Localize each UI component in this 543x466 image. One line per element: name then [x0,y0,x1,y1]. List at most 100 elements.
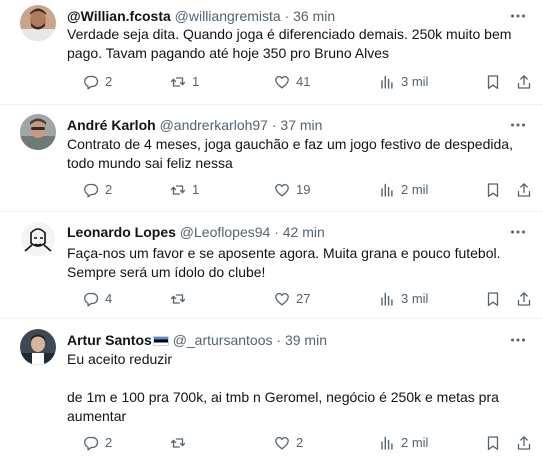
tweet-text-line: Contrato de 4 meses, joga gauchão e faz … [67,136,513,152]
display-name[interactable]: Leonardo Lopes [67,224,176,240]
share-button[interactable] [516,180,532,200]
views-count: 2 mil [401,435,429,450]
bookmark-icon [487,183,499,197]
tweet-text-line: pago. Tavam pagando até hoje 350 pro Bru… [67,45,389,61]
reply-icon [84,436,99,451]
tweet-text-line: Eu aceito reduzir [67,351,173,367]
reply-icon [84,75,99,90]
retweet-count: 1 [192,74,200,89]
like-count: 19 [296,182,311,197]
user-handle[interactable]: @Leoflopes94 [180,224,271,240]
action-bar: 2 1 41 3 mil [67,72,531,92]
reply-button[interactable]: 2 [83,433,112,453]
views-chart-icon [381,436,393,450]
avatar[interactable] [20,114,56,150]
heart-icon [275,436,289,450]
timestamp[interactable]: · 36 min [285,8,336,24]
tweet-header: @Willian.fcosta @williangremista · 36 mi… [67,7,503,25]
avatar[interactable] [20,5,56,41]
retweet-icon [170,438,186,448]
retweet-button[interactable] [170,433,192,453]
tweet-text: Eu aceito reduzir de 1m e 100 pra 700k, … [67,350,527,426]
reply-icon [84,183,99,198]
tweet[interactable]: Artur Santos @_artursantoos · 39 min Eu … [0,319,543,466]
like-count: 41 [296,74,311,89]
tweet-text-line: Verdade seja dita. Quando joga é diferen… [67,26,512,42]
timestamp[interactable]: · 37 min [272,117,323,133]
user-handle[interactable]: @andrerkarloh97 [160,117,268,133]
share-button[interactable] [516,433,532,453]
tweet[interactable]: André Karloh @andrerkarloh97 · 37 min Co… [0,105,543,212]
share-icon [517,436,531,450]
bookmark-button[interactable] [485,433,501,453]
display-name[interactable]: @Willian.fcosta [67,8,171,24]
tweet[interactable]: @Willian.fcosta @williangremista · 36 mi… [0,0,543,105]
like-button[interactable]: 19 [274,180,310,200]
tweet[interactable]: Leonardo Lopes @Leoflopes94 · 42 min Faç… [0,212,543,319]
user-handle[interactable]: @_artursantoos [173,332,273,348]
reply-count: 2 [105,435,113,450]
like-button[interactable]: 2 [274,433,303,453]
tweet-text: Contrato de 4 meses, joga gauchão e faz … [67,135,527,173]
bookmark-button[interactable] [485,72,501,92]
timestamp[interactable]: · 39 min [276,332,327,348]
avatar[interactable] [20,329,56,365]
views-chart-icon [381,75,393,89]
reply-button[interactable]: 4 [83,289,112,309]
share-icon [517,292,531,306]
more-dots-icon[interactable] [509,7,527,25]
retweet-button[interactable]: 1 [170,72,199,92]
retweet-icon [170,185,186,195]
views-count: 3 mil [401,74,429,89]
reply-button[interactable]: 2 [83,72,112,92]
display-name[interactable]: André Karloh [67,117,156,133]
views-count: 3 mil [401,291,429,306]
share-icon [517,183,531,197]
more-dots-icon[interactable] [509,223,527,241]
views-button[interactable]: 2 mil [379,433,428,453]
retweet-count: 1 [192,182,200,197]
avatar[interactable] [20,221,56,257]
heart-icon [275,183,289,197]
bookmark-button[interactable] [485,180,501,200]
retweet-button[interactable] [170,289,192,309]
views-button[interactable]: 2 mil [379,180,428,200]
display-name[interactable]: Artur Santos [67,332,152,348]
tweet-text-line [67,369,527,388]
bookmark-button[interactable] [485,289,501,309]
more-dots-icon[interactable] [509,331,527,349]
tweet-header: Leonardo Lopes @Leoflopes94 · 42 min [67,223,503,241]
bookmark-icon [487,75,499,89]
like-button[interactable]: 41 [274,72,310,92]
views-chart-icon [381,183,393,197]
tweet-text: Verdade seja dita. Quando joga é diferen… [67,25,527,63]
tweet-text-line: aumentar [67,408,127,424]
reply-feed: @Willian.fcosta @williangremista · 36 mi… [0,0,543,466]
share-button[interactable] [516,289,532,309]
flag-emoji-icon [152,336,169,346]
views-chart-icon [381,292,393,306]
tweet-text-line: Sempre será um ídolo do clube! [67,264,266,280]
reply-count: 2 [105,74,113,89]
user-handle[interactable]: @williangremista [175,8,281,24]
like-count: 2 [296,435,304,450]
action-bar: 2 2 2 mil [67,433,531,453]
views-button[interactable]: 3 mil [379,289,428,309]
like-button[interactable]: 27 [274,289,310,309]
more-dots-icon[interactable] [509,116,527,134]
bookmark-icon [487,436,499,450]
views-count: 2 mil [401,182,429,197]
timestamp[interactable]: · 42 min [274,224,325,240]
retweet-icon [170,77,186,87]
reply-count: 4 [105,291,113,306]
share-icon [517,75,531,89]
retweet-button[interactable]: 1 [170,180,199,200]
tweet-text-line: todo mundo sai feliz nessa [67,155,233,171]
share-button[interactable] [516,72,532,92]
bookmark-icon [487,292,499,306]
heart-icon [275,292,289,306]
views-button[interactable]: 3 mil [379,72,428,92]
like-count: 27 [296,291,311,306]
reply-count: 2 [105,182,113,197]
reply-button[interactable]: 2 [83,180,112,200]
